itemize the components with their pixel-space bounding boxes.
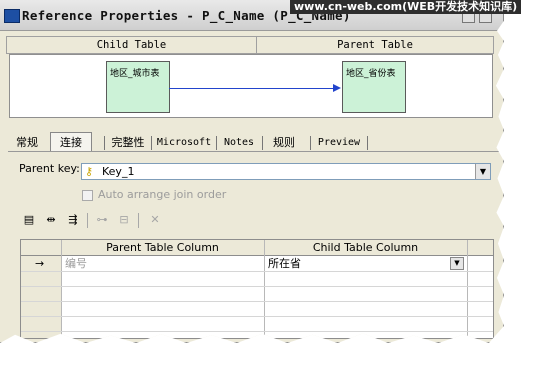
- tab-microsoft[interactable]: Microsoft: [154, 134, 214, 151]
- parent-table-header: Parent Table: [337, 39, 413, 51]
- tab-separator: [216, 136, 217, 150]
- child-table-header: Child Table: [96, 39, 167, 51]
- child-table-box[interactable]: 地区_城市表: [106, 61, 170, 113]
- chevron-down-icon[interactable]: ▼: [450, 257, 464, 270]
- tab-general[interactable]: 常规: [10, 134, 44, 151]
- child-table-name: 地区_城市表: [110, 69, 160, 79]
- tab-separator: [104, 136, 105, 150]
- grid-row-line: [21, 286, 493, 287]
- properties-icon[interactable]: ▤: [20, 212, 38, 228]
- add-row-icon[interactable]: ⇹: [42, 212, 60, 228]
- row-header-corner: [21, 240, 61, 256]
- tab-separator: [367, 136, 368, 150]
- parent-key-value: Key_1: [102, 165, 135, 178]
- toolbar-separator: [87, 213, 88, 228]
- reference-properties-dialog: Reference Properties - P_C_Name (P_C_Nam…: [0, 0, 504, 343]
- reference-line: [169, 88, 339, 89]
- parent-column-header[interactable]: Parent Table Column: [61, 240, 264, 256]
- powerdesigner-icon: [4, 9, 20, 23]
- parent-key-label: Parent key:: [19, 162, 80, 175]
- grid-row-line: [21, 331, 493, 332]
- current-row-marker: →: [35, 257, 45, 270]
- empty-header: [467, 240, 493, 256]
- child-column-cell[interactable]: 所在省: [268, 256, 301, 271]
- chevron-down-icon[interactable]: ▼: [475, 164, 490, 179]
- tab-notes[interactable]: Notes: [219, 134, 259, 151]
- reference-diagram: [9, 54, 493, 118]
- grid-row-line: [21, 316, 493, 317]
- reference-arrow-icon: [333, 84, 341, 92]
- tab-separator: [310, 136, 311, 150]
- parent-key-select[interactable]: ⚷ Key_1 ▼: [81, 163, 491, 180]
- watermark: www.cn-web.com(WEB开发技术知识库): [290, 0, 522, 14]
- tab-rules[interactable]: 规则: [265, 134, 303, 151]
- auto-arrange-label: Auto arrange join order: [98, 188, 227, 201]
- tab-separator: [262, 136, 263, 150]
- key-icon: ⚷: [85, 165, 94, 178]
- toolbar-separator: [138, 213, 139, 228]
- grid-row-line: [21, 271, 493, 272]
- tab-integrity[interactable]: 完整性: [107, 134, 149, 151]
- child-column-header[interactable]: Child Table Column: [264, 240, 467, 256]
- parent-column-cell[interactable]: 编号: [65, 256, 87, 271]
- grid-row-line: [21, 301, 493, 302]
- delete-column-icon[interactable]: ⊟: [115, 212, 133, 228]
- tab-preview[interactable]: Preview: [313, 134, 365, 151]
- insert-row-icon[interactable]: ⊶: [93, 212, 111, 228]
- tab-joins[interactable]: 连接: [50, 132, 92, 151]
- reuse-columns-icon[interactable]: ⇶: [64, 212, 82, 228]
- auto-arrange-checkbox[interactable]: [82, 190, 93, 201]
- grid-divider: [467, 240, 468, 338]
- parent-table-box[interactable]: 地区_省份表: [342, 61, 406, 113]
- diagram-header: Child Table Parent Table: [6, 36, 494, 54]
- tab-separator: [151, 136, 152, 150]
- join-grid: Parent Table Column Child Table Column →…: [20, 239, 494, 339]
- parent-table-name: 地区_省份表: [346, 69, 396, 79]
- grid-divider: [61, 240, 62, 338]
- grid-divider: [264, 240, 265, 338]
- delete-icon[interactable]: ✕: [146, 212, 164, 228]
